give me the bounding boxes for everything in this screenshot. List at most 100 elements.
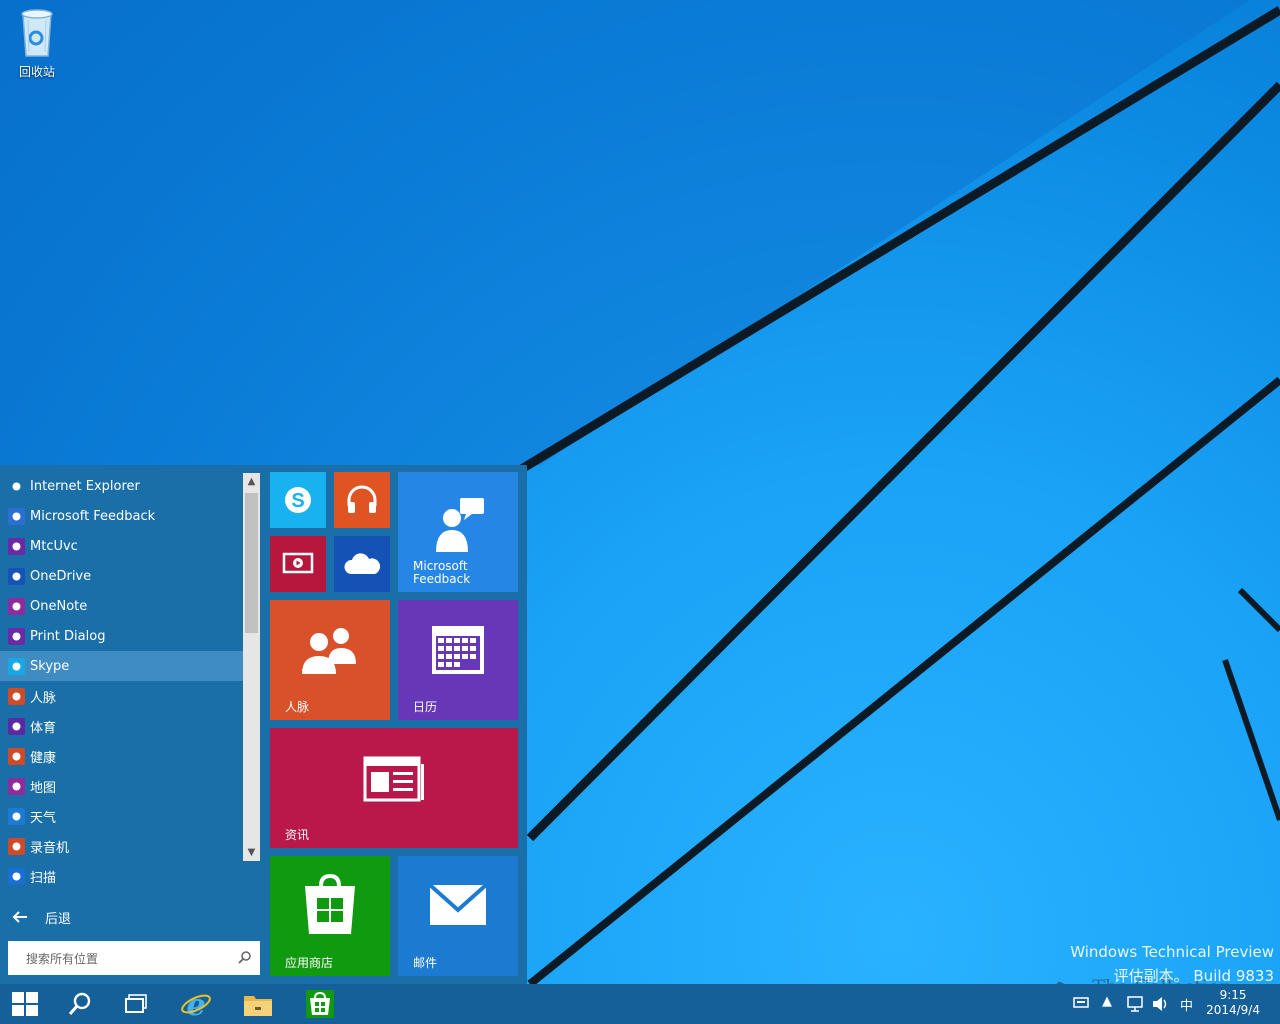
app-item-label: 健康 [30,750,57,766]
scrollbar-thumb[interactable] [245,493,258,633]
clock-time: 9:15 [1219,988,1247,1002]
onedrive-cloud-icon [334,552,390,576]
task-view-button[interactable] [112,984,160,1024]
app-list: Internet Explorer Microsoft Feedback MtcUv… [0,471,243,891]
folder-icon [244,996,272,1016]
onedrive-icon [8,567,25,585]
tile-microsoft-feedback[interactable]: Microsoft Feedback [398,472,518,592]
app-item-label: OneDrive [30,568,92,584]
skype-icon [8,657,25,675]
tile-people[interactable]: 人脉 [270,600,390,720]
recycle-bin-label: 回收站 [18,65,55,79]
app-item[interactable]: 扫描 [0,861,243,891]
skype-icon: S [270,484,326,516]
app-item[interactable]: 录音机 [0,831,243,861]
tile-calendar[interactable]: 日历 [398,600,518,720]
tile-onedrive[interactable] [334,536,390,592]
health-icon [8,747,25,765]
show-hidden-icons-icon[interactable]: ▲ [1102,994,1112,1009]
tile-music[interactable] [334,472,390,528]
network-icon[interactable] [1126,996,1144,1012]
app-item-label: Microsoft Feedback [30,508,156,524]
feedback-label-line2: Feedback [413,572,471,586]
map-icon [8,777,25,795]
weather-icon [8,807,25,825]
app-item-label: MtcUvc [30,538,78,554]
internet-explorer-icon: e [181,988,211,1020]
people-icon [8,687,25,705]
app-item[interactable]: Skype [0,651,243,681]
feedback-icon [8,507,25,525]
recycle-bin[interactable]: 回收站 [8,6,66,80]
store-bag-icon [270,872,390,936]
start-menu: Internet Explorer Microsoft Feedback MtcUv… [0,465,527,984]
calendar-icon [398,624,518,676]
people-icon [270,624,390,676]
app-item-label: 体育 [30,720,57,736]
scan-icon [8,867,25,885]
app-item[interactable]: 人脉 [0,681,243,711]
ie-button[interactable]: e [172,984,220,1024]
news-tile-label: 资讯 [285,828,310,842]
store-button[interactable] [296,984,344,1024]
search-input[interactable]: 搜索所有位置 [8,941,260,975]
clock[interactable]: 9:15 2014/9/4 [1206,988,1260,1018]
people-tile-label: 人脉 [285,700,310,714]
store-taskbar-icon [306,990,334,1018]
trophy-icon [8,717,25,735]
action-center-icon[interactable] [1073,996,1089,1010]
tile-video[interactable] [270,536,326,592]
app-item[interactable]: Internet Explorer [0,471,243,501]
volume-icon[interactable] [1151,996,1169,1012]
app-item[interactable]: 体育 [0,711,243,741]
app-item[interactable]: OneNote [0,591,243,621]
search-icon [238,951,251,964]
start-button[interactable] [0,984,50,1024]
app-item[interactable]: Microsoft Feedback [0,501,243,531]
tile-skype[interactable]: S [270,472,326,528]
app-item-label: Skype [30,658,70,674]
scroll-up-icon[interactable]: ▲ [243,473,260,490]
app-item[interactable]: OneDrive [0,561,243,591]
store-tile-label: 应用商店 [285,956,334,970]
app-item-label: Internet Explorer [30,478,140,494]
ie-icon [8,477,25,495]
app-item-label: 天气 [30,810,57,826]
microphone-icon [8,837,25,855]
search-magnifier-icon [68,992,91,1015]
watermark-line-1: Windows Technical Preview [1070,943,1274,961]
app-item-label: 地图 [30,780,57,796]
tile-store[interactable]: 应用商店 [270,856,390,976]
feedback-icon [398,494,518,554]
feedback-tile-label: Microsoft Feedback [413,560,470,586]
search-placeholder: 搜索所有位置 [26,951,99,966]
scroll-down-icon[interactable]: ▼ [243,844,260,861]
app-item-label: 录音机 [30,840,70,856]
headphones-icon [334,484,390,516]
windows-logo-icon [12,992,38,1016]
tile-mail[interactable]: 邮件 [398,856,518,976]
ime-indicator[interactable]: 中 [1180,995,1193,1014]
tile-news[interactable]: 资讯 [270,728,518,848]
app-item-label: OneNote [30,598,88,614]
app-list-scrollbar[interactable]: ▲ ▼ [243,473,260,861]
news-icon [270,756,518,802]
back-label: 后退 [45,911,72,927]
app-item[interactable]: MtcUvc [0,531,243,561]
calendar-tile-label: 日历 [413,700,438,714]
app-item[interactable]: 地图 [0,771,243,801]
app-item[interactable]: 天气 [0,801,243,831]
app-item-label: 扫描 [30,870,57,886]
back-button[interactable]: 后退 [0,903,243,931]
video-icon [270,552,326,576]
svg-text:S: S [291,490,304,512]
recycle-bin-icon [21,9,53,57]
onenote-icon [8,597,25,615]
mail-icon [398,884,518,926]
app-item[interactable]: 健康 [0,741,243,771]
file-explorer-button[interactable] [234,984,282,1024]
mail-tile-label: 邮件 [413,956,438,970]
clock-date: 2014/9/4 [1206,1003,1260,1017]
search-button[interactable] [56,984,104,1024]
app-item[interactable]: Print Dialog [0,621,243,651]
